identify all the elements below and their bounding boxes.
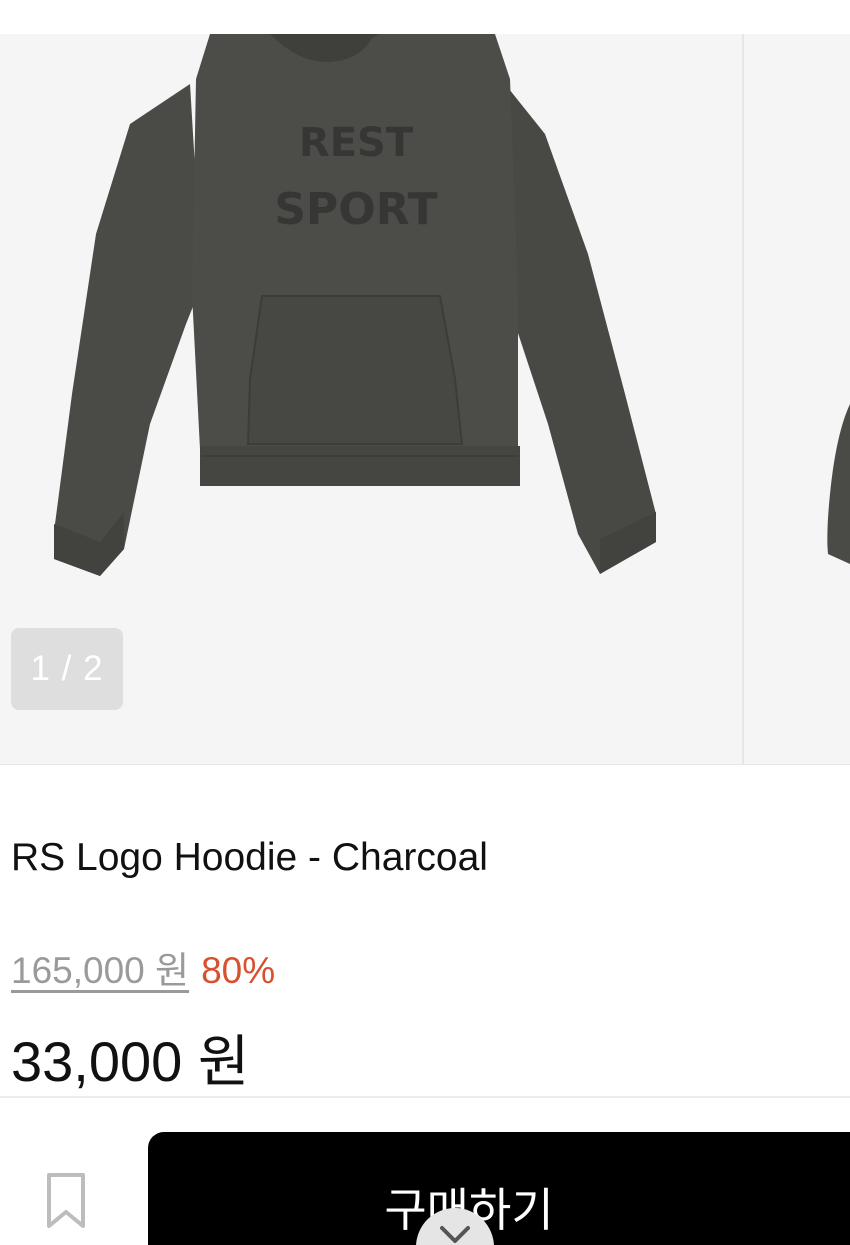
print-sport: SPORT bbox=[274, 184, 437, 235]
next-product-image bbox=[827, 404, 850, 564]
section-divider bbox=[0, 1096, 850, 1098]
discount-rate: 80% bbox=[201, 950, 276, 991]
original-price-row: 165,000 원 80% bbox=[11, 940, 275, 994]
chevron-down-icon bbox=[440, 1226, 470, 1243]
gallery-slide-2-peek[interactable] bbox=[744, 34, 850, 764]
buy-button[interactable]: 구매하기 bbox=[148, 1132, 850, 1245]
bookmark-icon[interactable] bbox=[44, 1172, 88, 1230]
gallery-slide-1[interactable]: REST SPORT 1 / 2 bbox=[0, 34, 742, 764]
product-image-gallery[interactable]: REST SPORT 1 / 2 bbox=[0, 34, 850, 765]
product-title: RS Logo Hoodie - Charcoal bbox=[11, 836, 488, 879]
product-detail-page: REST SPORT 1 / 2 RS Logo Hoodie - Charco… bbox=[0, 0, 850, 1245]
sale-price: 33,000 원 bbox=[11, 1030, 250, 1093]
original-price: 165,000 원 bbox=[11, 950, 190, 991]
print-rest: REST bbox=[299, 120, 414, 166]
image-counter-badge: 1 / 2 bbox=[11, 628, 123, 710]
